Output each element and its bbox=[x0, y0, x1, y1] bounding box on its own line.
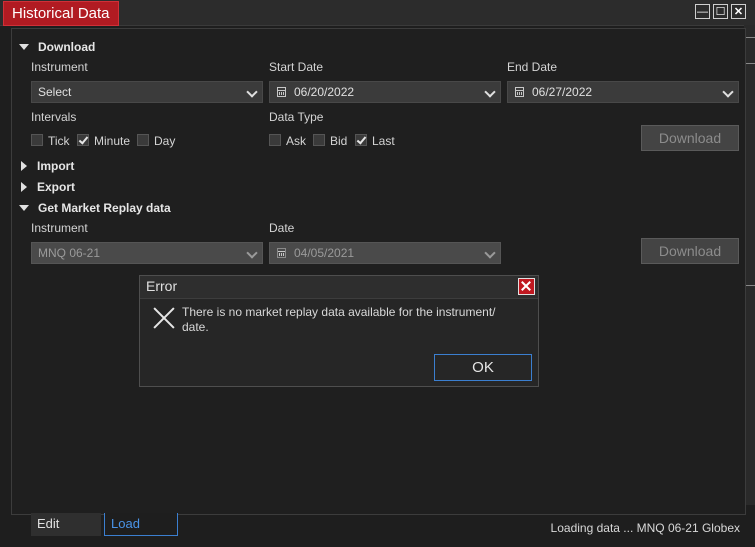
replay-download-button[interactable]: Download bbox=[641, 238, 739, 264]
minute-checkbox[interactable] bbox=[77, 134, 89, 146]
import-section-header[interactable]: Import bbox=[19, 158, 74, 174]
calendar-icon bbox=[515, 87, 524, 97]
replay-date-value: 04/05/2021 bbox=[294, 246, 355, 260]
status-text: Loading data ... MNQ 06-21 Globex bbox=[550, 521, 740, 535]
bid-label: Bid bbox=[330, 134, 348, 148]
tab-load[interactable]: Load bbox=[104, 513, 178, 536]
error-dialog: Error There is no market replay data ava… bbox=[139, 275, 539, 387]
expand-arrow-icon bbox=[19, 204, 29, 211]
chevron-down-icon bbox=[246, 247, 258, 259]
day-label: Day bbox=[154, 134, 176, 148]
end-date-picker[interactable]: 06/27/2022 bbox=[507, 81, 739, 103]
ask-checkbox[interactable] bbox=[269, 134, 281, 146]
data-type-label: Data Type bbox=[269, 110, 324, 124]
main-panel: Download Instrument Select Start Date 06… bbox=[11, 28, 746, 515]
day-checkbox[interactable] bbox=[137, 134, 149, 146]
replay-section-label: Get Market Replay data bbox=[38, 201, 171, 215]
window-title: Historical Data bbox=[3, 1, 119, 26]
start-date-label: Start Date bbox=[269, 60, 324, 74]
calendar-icon bbox=[277, 87, 286, 97]
dialog-titlebar: Error bbox=[140, 276, 538, 299]
bid-checkbox[interactable] bbox=[313, 134, 325, 146]
chevron-down-icon bbox=[484, 247, 496, 259]
last-label: Last bbox=[372, 134, 395, 148]
replay-section-header[interactable]: Get Market Replay data bbox=[19, 200, 171, 216]
maximize-button[interactable]: ☐ bbox=[713, 4, 728, 19]
end-date-label: End Date bbox=[507, 60, 558, 74]
chevron-down-icon bbox=[484, 86, 496, 98]
error-x-icon bbox=[152, 306, 176, 330]
last-checkbox[interactable] bbox=[355, 134, 367, 146]
replay-instrument-label: Instrument bbox=[31, 221, 88, 235]
end-date-value: 06/27/2022 bbox=[532, 85, 593, 99]
export-section-header[interactable]: Export bbox=[19, 179, 75, 195]
instrument-select[interactable]: Select bbox=[31, 81, 263, 103]
start-date-picker[interactable]: 06/20/2022 bbox=[269, 81, 501, 103]
chevron-down-icon bbox=[722, 86, 734, 98]
replay-date-picker[interactable]: 04/05/2021 bbox=[269, 242, 501, 264]
collapsed-arrow-icon bbox=[21, 181, 27, 192]
dialog-title: Error bbox=[146, 278, 178, 294]
minute-label: Minute bbox=[94, 134, 131, 148]
replay-instrument-value: MNQ 06-21 bbox=[38, 246, 101, 260]
start-date-value: 06/20/2022 bbox=[294, 85, 355, 99]
window-titlebar: Historical Data — ☐ ✕ bbox=[0, 0, 755, 26]
intervals-label: Intervals bbox=[31, 110, 77, 124]
dialog-message: There is no market replay data available… bbox=[182, 305, 496, 334]
minimize-button[interactable]: — bbox=[695, 4, 710, 19]
tab-edit[interactable]: Edit bbox=[31, 513, 101, 536]
tick-checkbox[interactable] bbox=[31, 134, 43, 146]
ok-button[interactable]: OK bbox=[434, 354, 532, 381]
ask-label: Ask bbox=[286, 134, 307, 148]
download-section-label: Download bbox=[38, 40, 96, 54]
import-section-label: Import bbox=[37, 159, 75, 173]
replay-instrument-select[interactable]: MNQ 06-21 bbox=[31, 242, 263, 264]
instrument-select-value: Select bbox=[38, 85, 72, 99]
download-button[interactable]: Download bbox=[641, 125, 739, 151]
instrument-label: Instrument bbox=[31, 60, 88, 74]
download-section-header[interactable]: Download bbox=[19, 39, 95, 55]
expand-arrow-icon bbox=[19, 43, 29, 50]
calendar-icon bbox=[277, 248, 286, 258]
collapsed-arrow-icon bbox=[21, 160, 27, 171]
replay-date-label: Date bbox=[269, 221, 295, 235]
tick-label: Tick bbox=[48, 134, 70, 148]
close-window-button[interactable]: ✕ bbox=[731, 4, 746, 19]
dialog-close-icon[interactable] bbox=[518, 278, 535, 295]
export-section-label: Export bbox=[37, 180, 76, 194]
chevron-down-icon bbox=[246, 86, 258, 98]
